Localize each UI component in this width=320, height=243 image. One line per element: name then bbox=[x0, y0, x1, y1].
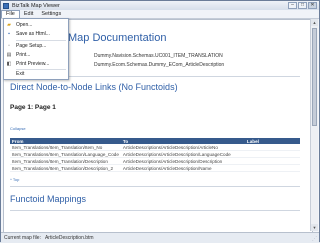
print-preview-icon: ◧ bbox=[6, 61, 12, 67]
section-title-direct-links: Direct Node-to-Node Links (No Functoids) bbox=[10, 82, 178, 92]
resize-grip-icon[interactable]: ⋰ bbox=[311, 236, 317, 242]
printer-icon: ▤ bbox=[6, 52, 12, 58]
title-bar: BizTalk Map Viewer – □ ✕ bbox=[1, 1, 319, 10]
window-title: BizTalk Map Viewer bbox=[12, 2, 60, 9]
cell-to: ArticleDescriptions/ArticleDescription/D… bbox=[120, 157, 245, 165]
menu-settings[interactable]: Settings bbox=[37, 10, 65, 18]
source-schema: Dummy.Navision.Schemas.UC001_ITEM_TRANSL… bbox=[94, 53, 223, 59]
cell-from: Item_Translations/Item_Translation/Langu… bbox=[10, 150, 121, 158]
page-setup-icon: ▫ bbox=[8, 43, 10, 49]
close-button[interactable]: ✕ bbox=[308, 2, 317, 9]
menu-item-print[interactable]: ▤ Print... bbox=[4, 51, 68, 59]
folder-open-icon: ▰ bbox=[7, 22, 11, 28]
page-subtitle: Page 1: Page 1 bbox=[10, 104, 56, 111]
table-row: Item_Translations/Item_Translation/Descr… bbox=[10, 164, 300, 172]
cell-to: ArticleDescriptions/ArticleDescription/L… bbox=[120, 150, 245, 158]
cell-label bbox=[244, 164, 300, 172]
cell-label bbox=[244, 150, 300, 158]
menu-item-label: Save as Html... bbox=[16, 31, 50, 37]
menu-item-print-preview[interactable]: ◧ Print Preview... bbox=[4, 60, 68, 68]
cell-from: Item_Translations/Item_Translation/Descr… bbox=[10, 157, 121, 165]
top-link[interactable]: ^ Top bbox=[10, 177, 19, 182]
section-title-functoid-mappings: Functoid Mappings bbox=[10, 194, 87, 204]
scroll-up-icon[interactable]: ▲ bbox=[311, 19, 318, 26]
save-icon: ▪ bbox=[8, 31, 10, 37]
links-table: From To Label Item_Translations/Item_Tra… bbox=[10, 138, 300, 172]
cell-from: Item_Translations/Item_Translation/Descr… bbox=[10, 164, 121, 172]
menu-item-label: Print... bbox=[16, 52, 31, 58]
menu-item-label: Print Preview... bbox=[16, 61, 50, 67]
cell-label bbox=[244, 157, 300, 165]
cell-to: ArticleDescriptions/ArticleDescription/N… bbox=[120, 164, 245, 172]
app-window: BizTalk Map Viewer – □ ✕ File Edit Setti… bbox=[0, 0, 320, 243]
destination-schema: Dummy.Ecom.Schemas.Dummy_ECom_ArticleDes… bbox=[94, 62, 225, 68]
menu-item-page-setup[interactable]: ▫ Page Setup... bbox=[4, 42, 68, 50]
menu-item-open[interactable]: ▰ Open... bbox=[4, 21, 68, 29]
table-row: Item_Translations/Item_Translation/Langu… bbox=[10, 150, 300, 158]
status-label: Current map file: bbox=[4, 235, 41, 241]
maximize-button[interactable]: □ bbox=[298, 2, 307, 9]
minimize-button[interactable]: – bbox=[288, 2, 297, 9]
table-row: Item_Translations/Item_Translation/Descr… bbox=[10, 157, 300, 165]
file-menu-dropdown: ▰ Open... ▪ Save as Html... ▫ Page Setup… bbox=[3, 18, 69, 80]
page-title: Map Documentation bbox=[68, 32, 167, 44]
menu-item-exit[interactable]: Exit bbox=[4, 70, 68, 78]
vertical-scrollbar[interactable]: ▲ ▼ bbox=[310, 19, 318, 231]
scroll-thumb[interactable] bbox=[312, 28, 317, 126]
menu-separator bbox=[16, 40, 66, 41]
menu-item-label: Open... bbox=[16, 22, 33, 28]
top-link-label: Top bbox=[12, 177, 20, 182]
status-value: ArticleDescription.btm bbox=[44, 235, 94, 241]
collapse-link[interactable]: Collapse bbox=[10, 126, 26, 131]
menu-item-save-html[interactable]: ▪ Save as Html... bbox=[4, 30, 68, 38]
divider bbox=[10, 186, 300, 187]
menu-item-label: Page Setup... bbox=[16, 43, 47, 49]
divider bbox=[10, 210, 300, 211]
app-icon bbox=[3, 2, 9, 9]
menu-file[interactable]: File bbox=[1, 10, 20, 18]
menu-item-label: Exit bbox=[16, 71, 25, 77]
status-bar: Current map file: ArticleDescription.btm… bbox=[1, 232, 319, 243]
scroll-down-icon[interactable]: ▼ bbox=[311, 224, 318, 231]
menu-edit[interactable]: Edit bbox=[20, 10, 37, 18]
